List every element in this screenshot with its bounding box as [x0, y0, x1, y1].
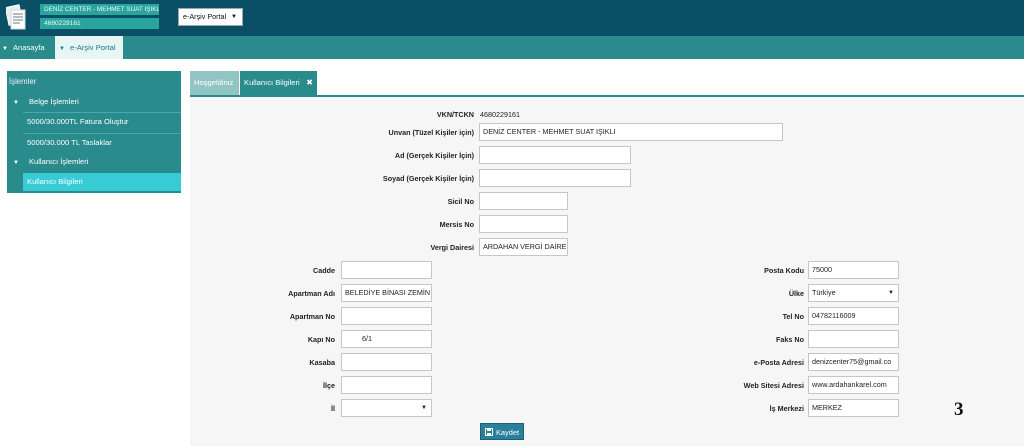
- tab-user-info[interactable]: Kullanıcı Bilgileri ✖: [240, 71, 317, 95]
- sidebar-item-label: Kullanıcı Bilgileri: [27, 177, 83, 186]
- sidebar-item-label: Belge İşlemleri: [28, 97, 79, 106]
- sidebar-item-label: Kullanıcı İşlemleri: [28, 157, 89, 166]
- sidebar-group-belge[interactable]: ▼ Belge İşlemleri: [7, 93, 181, 111]
- ulke-select[interactable]: Türkiye ▼: [808, 284, 899, 302]
- ad-label: Ad (Gerçek Kişiler İçin): [394, 151, 474, 160]
- apartman-adi-input[interactable]: BELEDİYE BİNASI ZEMİN: [341, 284, 432, 302]
- mersis-input[interactable]: [479, 215, 568, 233]
- portal-select[interactable]: e-Arşiv Portal ▼: [178, 8, 243, 26]
- caret-down-icon: ▼: [2, 46, 8, 52]
- nav-home-label: Anasayfa: [12, 43, 45, 52]
- vkn-label: VKN/TCKN: [436, 110, 474, 119]
- unvan-input[interactable]: DENİZ CENTER - MEHMET SUAT IŞIKLI: [479, 123, 783, 141]
- save-button[interactable]: Kaydet: [480, 423, 524, 440]
- floppy-disk-icon: [484, 428, 493, 436]
- sidebar-item-kullanici-bilgileri[interactable]: Kullanıcı Bilgileri: [23, 173, 181, 191]
- sidebar-item-label: 5000/30.000 TL Taslaklar: [27, 138, 112, 147]
- caret-down-icon: ▼: [231, 14, 237, 20]
- posta-kodu-label: Posta Kodu: [764, 266, 804, 275]
- vergi-input[interactable]: ARDAHAN VERGİ DAİRES: [479, 238, 568, 256]
- is-merkezi-label: İş Merkezi: [769, 404, 804, 413]
- sidebar-item-label: 5000/30.000TL Fatura Oluştur: [27, 117, 129, 126]
- nav-bar: ▼ Anasayfa ▼ e-Arşiv Portal: [0, 36, 1024, 59]
- save-button-label: Kaydet: [495, 428, 519, 437]
- faks-no-input[interactable]: [808, 330, 899, 348]
- web-sitesi-label: Web Sitesi Adresi: [743, 381, 804, 390]
- il-label: İl: [331, 404, 335, 413]
- company-name-badge: DENİZ CENTER - MEHMET SUAT IŞIKLI: [40, 4, 159, 15]
- caret-down-icon: ▼: [421, 405, 427, 411]
- apartman-adi-label: Apartman Adı: [288, 289, 335, 298]
- tab-strip: Hoşgeldiniz Kullanıcı Bilgileri ✖: [190, 71, 1024, 97]
- ilce-label: İlçe: [323, 381, 335, 390]
- nav-item-home[interactable]: ▼ Anasayfa: [2, 36, 52, 59]
- apartman-no-input[interactable]: [341, 307, 432, 325]
- eposta-label: e-Posta Adresi: [753, 358, 804, 367]
- caret-down-icon: ▼: [59, 46, 65, 52]
- soyad-input[interactable]: [479, 169, 631, 187]
- mersis-label: Mersis No: [439, 220, 474, 229]
- faks-no-label: Faks No: [776, 335, 804, 344]
- web-sitesi-input[interactable]: www.ardahankarel.com: [808, 376, 899, 394]
- portal-select-value: e-Arşiv Portal: [183, 12, 227, 21]
- vergi-label: Vergi Dairesi: [430, 243, 474, 252]
- kapi-no-input[interactable]: 6/1: [341, 330, 432, 348]
- kapi-no-label: Kapı No: [307, 335, 335, 344]
- ulke-select-value: Türkiye: [812, 288, 836, 297]
- caret-down-icon: ▼: [13, 100, 19, 106]
- nav-item-portal[interactable]: ▼ e-Arşiv Portal: [55, 36, 123, 59]
- caret-down-icon: ▼: [888, 290, 894, 296]
- apartman-no-label: Apartman No: [289, 312, 335, 321]
- sicil-label: Sicil No: [447, 197, 474, 206]
- close-icon[interactable]: ✖: [306, 71, 313, 95]
- posta-kodu-input[interactable]: 75000: [808, 261, 899, 279]
- tab-user-label: Kullanıcı Bilgileri: [244, 78, 300, 87]
- is-merkezi-input[interactable]: MERKEZ: [808, 399, 899, 417]
- top-bar: DENİZ CENTER - MEHMET SUAT IŞIKLI 468022…: [0, 0, 1024, 36]
- company-vkn-badge: 4680229161: [40, 18, 159, 29]
- unvan-label: Unvan (Tüzel Kişiler için): [388, 128, 474, 137]
- documents-logo-icon: [6, 4, 26, 30]
- sidebar: İşlemler ▼ Belge İşlemleri 5000/30.000TL …: [7, 71, 181, 193]
- sicil-input[interactable]: [479, 192, 568, 210]
- caret-down-icon: ▼: [13, 160, 19, 166]
- ad-input[interactable]: [479, 146, 631, 164]
- kasaba-label: Kasaba: [309, 358, 335, 367]
- tel-no-label: Tel No: [782, 312, 804, 321]
- sidebar-item-fatura-olustur[interactable]: 5000/30.000TL Fatura Oluştur: [23, 112, 181, 130]
- kasaba-input[interactable]: [341, 353, 432, 371]
- tab-welcome-label: Hoşgeldiniz: [194, 78, 234, 87]
- tel-no-input[interactable]: 04782116009: [808, 307, 899, 325]
- tab-welcome[interactable]: Hoşgeldiniz: [190, 71, 239, 95]
- ulke-label: Ülke: [788, 289, 804, 298]
- ilce-input[interactable]: [341, 376, 432, 394]
- eposta-input[interactable]: denizcenter75@gmail.co: [808, 353, 899, 371]
- sidebar-item-taslaklar[interactable]: 5000/30.000 TL Taslaklar: [23, 133, 181, 151]
- page-number: 3: [954, 399, 964, 420]
- vkn-value: 4680229161: [480, 110, 520, 119]
- il-select[interactable]: ▼: [341, 399, 432, 417]
- nav-portal-label: e-Arşiv Portal: [69, 43, 116, 52]
- sidebar-title: İşlemler: [9, 77, 37, 86]
- cadde-input[interactable]: [341, 261, 432, 279]
- cadde-label: Cadde: [313, 266, 335, 275]
- sidebar-group-kullanici[interactable]: ▼ Kullanıcı İşlemleri: [7, 153, 181, 171]
- soyad-label: Soyad (Gerçek Kişiler İçin): [382, 174, 474, 183]
